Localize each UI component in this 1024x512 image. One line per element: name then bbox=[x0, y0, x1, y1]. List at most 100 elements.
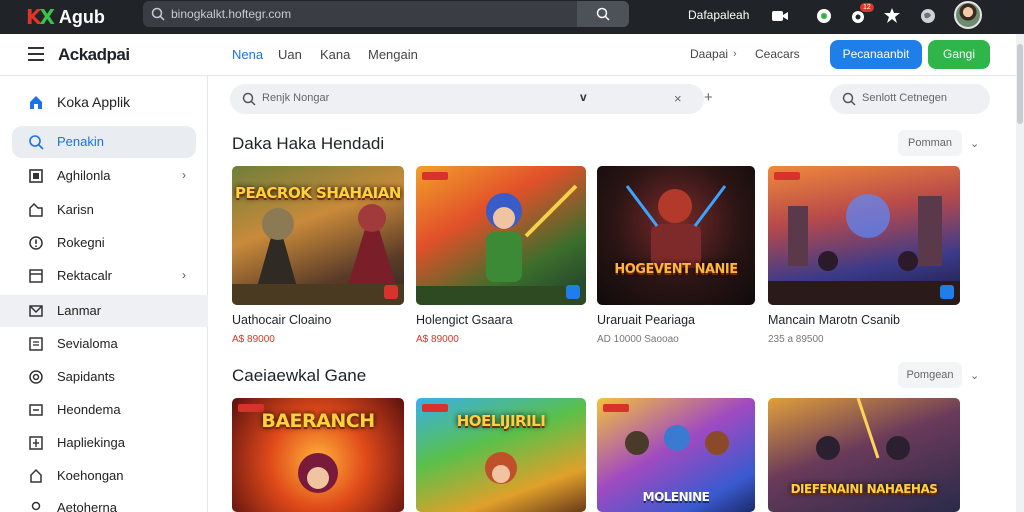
nav-right-link-1[interactable]: Daapai bbox=[690, 47, 728, 61]
filter-search-input[interactable]: Senlott Cetnegen bbox=[830, 84, 990, 114]
scrollbar-thumb[interactable] bbox=[1017, 44, 1023, 124]
address-search-button[interactable] bbox=[577, 1, 629, 27]
search-icon bbox=[151, 7, 165, 21]
sidebar-item-label: Koehongan bbox=[57, 468, 124, 483]
address-text: binogkalkt.hoftegr.com bbox=[171, 7, 292, 21]
game-art bbox=[768, 194, 960, 305]
game-title[interactable]: Holengict Gsaara bbox=[416, 313, 513, 327]
sidebar-item-10[interactable]: Heondema bbox=[12, 394, 196, 426]
globe-icon[interactable] bbox=[918, 6, 938, 26]
account-name[interactable]: Dafapaleah bbox=[688, 8, 749, 22]
search-icon bbox=[596, 7, 610, 21]
settings-icon[interactable] bbox=[882, 6, 902, 26]
sidebar-item-label: Sevialoma bbox=[57, 336, 118, 351]
game-logo-text: DIEFENAINI NAHAEHAS bbox=[790, 482, 938, 496]
sidebar-item-12[interactable]: Koehongan bbox=[12, 460, 196, 492]
sort-dropdown[interactable]: Pomgean bbox=[898, 362, 962, 388]
tag-icon bbox=[566, 285, 580, 299]
game-thumbnail: BAERANCH bbox=[232, 398, 404, 512]
chevron-down-icon[interactable]: ⌄ bbox=[970, 137, 979, 150]
tag-icon bbox=[774, 172, 800, 180]
hamburger-menu-icon[interactable] bbox=[28, 47, 44, 61]
logo-mark-icon: KX bbox=[26, 5, 55, 29]
game-logo-text: BAERANCH bbox=[261, 410, 375, 432]
chevron-right-icon: › bbox=[733, 48, 737, 60]
game-thumbnail: DIEFENAINI NAHAEHAS bbox=[768, 398, 960, 512]
sidebar-item-label: Rektacalr bbox=[57, 268, 112, 283]
sort-dropdown[interactable]: Pomman bbox=[898, 130, 962, 156]
section-title: Caeiaewkal Gane bbox=[232, 366, 367, 385]
tag-icon bbox=[384, 285, 398, 299]
chevron-down-icon[interactable]: ⌄ bbox=[970, 369, 979, 382]
sidebar-item-label: Hapliekinga bbox=[57, 435, 125, 450]
game-title[interactable]: Mancain Marotn Csanib bbox=[768, 313, 900, 327]
game-logo-text: MOLENINE bbox=[642, 490, 710, 504]
shape-icon bbox=[30, 468, 42, 483]
nav-link-3[interactable]: Kana bbox=[320, 47, 350, 62]
sidebar-item-label: Lanmar bbox=[57, 303, 102, 318]
primary-button[interactable]: Pecanaanbit bbox=[830, 40, 922, 69]
search-icon bbox=[29, 135, 44, 150]
tag-icon bbox=[422, 404, 448, 412]
video-icon[interactable] bbox=[770, 6, 790, 26]
user-icon bbox=[31, 501, 41, 511]
app-logo[interactable]: KX Agub bbox=[26, 4, 105, 30]
game-price: A$ 89000 bbox=[232, 334, 275, 345]
game-title[interactable]: Uathocair Cloaino bbox=[232, 313, 331, 327]
game-art bbox=[625, 185, 727, 268]
nav-link-2[interactable]: Uan bbox=[278, 47, 302, 62]
game-thumbnail bbox=[768, 166, 960, 305]
sidebar-item-3[interactable]: Aghilonla › bbox=[12, 160, 196, 192]
game-title[interactable]: Uraruait Peariaga bbox=[597, 313, 695, 327]
page-scrollbar[interactable] bbox=[1016, 34, 1024, 512]
game-thumbnail: HOELIJIRILI bbox=[416, 398, 586, 512]
sidebar-item-label: Koka Applik bbox=[57, 94, 131, 110]
user-avatar[interactable] bbox=[954, 1, 982, 29]
tag-icon bbox=[940, 285, 954, 299]
secondary-button[interactable]: Gangi bbox=[928, 40, 990, 69]
list-icon bbox=[29, 337, 43, 351]
shield-icon[interactable] bbox=[814, 6, 834, 26]
filter-search-placeholder: Senlott Cetnegen bbox=[862, 92, 948, 104]
sidebar-item-9[interactable]: Sapidants bbox=[12, 361, 196, 393]
notification-badge: 12 bbox=[860, 3, 874, 12]
sidebar-item-home[interactable]: Koka Applik bbox=[12, 86, 196, 118]
sidebar-item-5[interactable]: Rokegni bbox=[12, 227, 196, 259]
sidebar-item-label: Sapidants bbox=[57, 369, 115, 384]
site-brand[interactable]: Ackadpai bbox=[58, 45, 130, 65]
clear-icon[interactable]: × bbox=[674, 91, 682, 106]
tag-icon bbox=[603, 404, 629, 412]
chevron-right-icon: › bbox=[182, 168, 186, 182]
game-logo-text: HOGEVENT NANIE bbox=[614, 262, 738, 277]
search-icon bbox=[842, 92, 856, 106]
sidebar-item-4[interactable]: Karisn bbox=[12, 194, 196, 226]
sidebar-item-6[interactable]: Rektacalr › bbox=[12, 260, 196, 292]
site-navbar: Ackadpai Nena Uan Kana Mengain Daapai › … bbox=[0, 34, 1016, 76]
chevron-down-icon[interactable]: v bbox=[580, 90, 587, 104]
browser-top-bar: KX Agub binogkalkt.hoftegr.com Dafapalea… bbox=[0, 0, 1024, 34]
sidebar-item-label: Aghilonla bbox=[57, 168, 111, 183]
tag-icon bbox=[29, 202, 43, 217]
nav-link-1[interactable]: Nena bbox=[232, 47, 263, 62]
game-logo-text: HOELIJIRILI bbox=[456, 412, 546, 430]
grid-icon bbox=[29, 169, 43, 183]
chevron-right-icon: › bbox=[182, 268, 186, 282]
search-placeholder: Renjk Nongar bbox=[262, 92, 330, 104]
sidebar-item-search[interactable]: Penakin bbox=[12, 126, 196, 158]
sidebar-item-11[interactable]: Hapliekinga bbox=[12, 427, 196, 459]
game-price: AD 10000 Saooao bbox=[597, 334, 679, 345]
add-icon[interactable]: + bbox=[704, 89, 713, 106]
panel-icon bbox=[29, 269, 43, 283]
sidebar-item-8[interactable]: Sevialoma bbox=[12, 328, 196, 360]
game-logo-text: PEACROK SHAHAIAN bbox=[235, 184, 401, 202]
sidebar-item-7[interactable]: Lanmar bbox=[0, 295, 208, 327]
search-input[interactable]: Renjk Nongar v × + bbox=[230, 84, 713, 114]
game-price: A$ 89000 bbox=[416, 334, 459, 345]
nav-right-link-2[interactable]: Ceacars bbox=[755, 47, 800, 61]
game-thumbnail: MOLENINE bbox=[597, 398, 755, 512]
address-bar[interactable]: binogkalkt.hoftegr.com bbox=[143, 1, 629, 27]
target-icon bbox=[29, 370, 43, 384]
nav-link-4[interactable]: Mengain bbox=[368, 47, 418, 62]
sidebar-item-13[interactable]: Aetoherna bbox=[12, 492, 196, 512]
tag-icon bbox=[422, 172, 448, 180]
